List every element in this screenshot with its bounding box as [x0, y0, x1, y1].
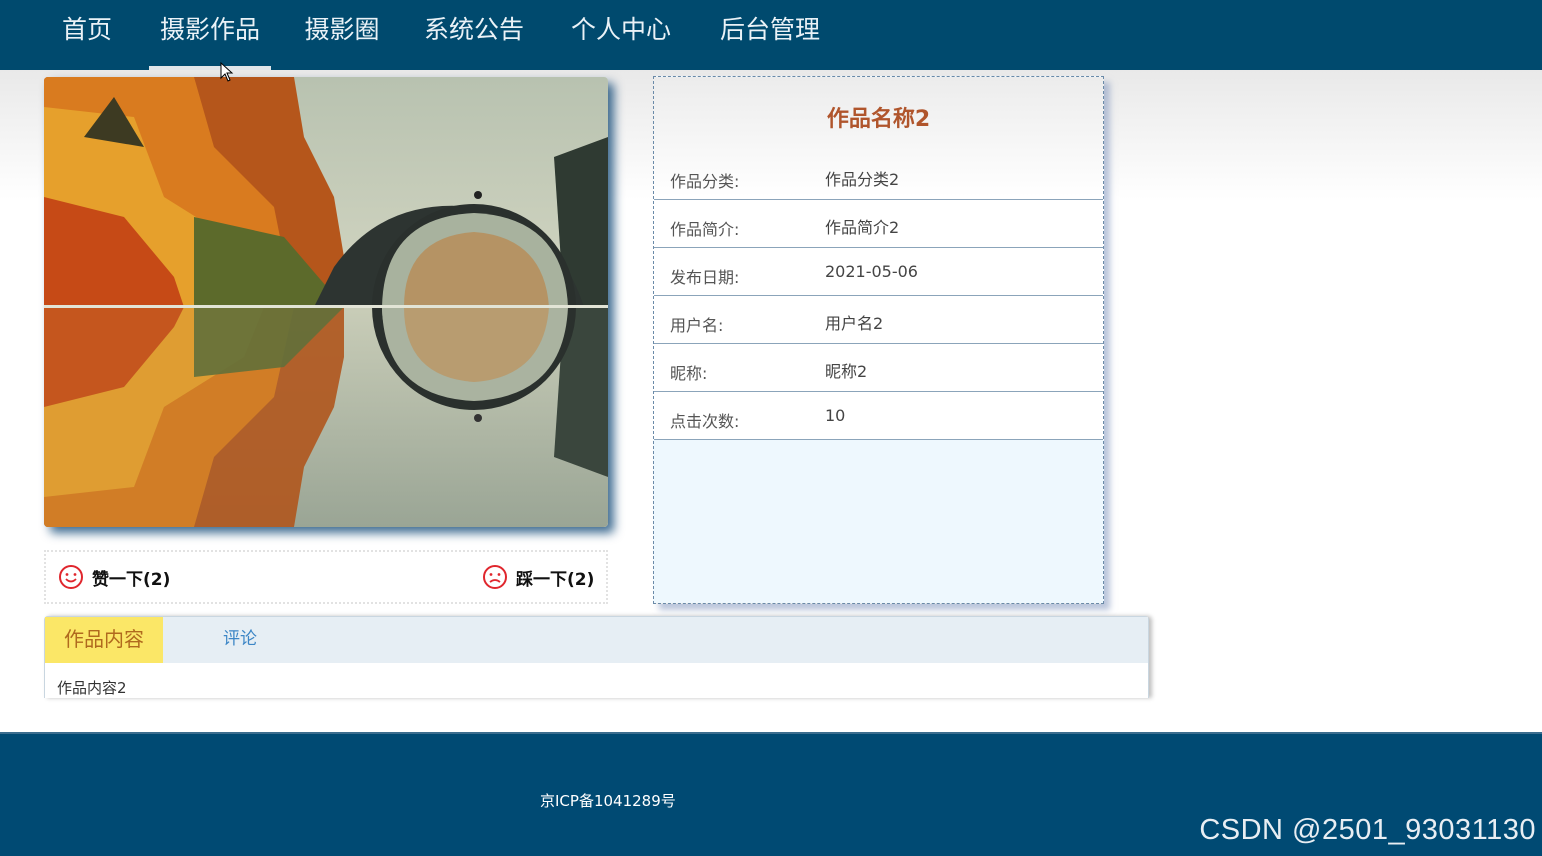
info-value: 2021-05-06: [825, 262, 918, 281]
work-photo[interactable]: [44, 77, 608, 527]
info-row-username: 用户名: 用户名2: [654, 296, 1103, 344]
dislike-label: 踩一下(2): [516, 569, 595, 590]
info-label: 作品简介:: [670, 220, 740, 239]
sad-face-icon: [483, 565, 507, 589]
nav-item-home[interactable]: 首页: [52, 0, 122, 70]
watermark-text: CSDN @2501_93031130: [1199, 814, 1536, 846]
info-row-nickname: 昵称: 昵称2: [654, 344, 1103, 392]
vote-bar: 赞一下(2) 踩一下(2): [44, 550, 608, 604]
top-nav: 首页 摄影作品 摄影圈 系统公告 个人中心 后台管理: [0, 0, 1542, 70]
nav-item-works[interactable]: 摄影作品: [149, 0, 271, 70]
info-row-date: 发布日期: 2021-05-06: [654, 248, 1103, 296]
dislike-button[interactable]: 踩一下(2): [482, 552, 594, 602]
footer: 京ICP备1041289号 CSDN @2501_93031130: [0, 732, 1542, 856]
content-tabs: 作品内容 评论 作品内容2: [44, 616, 1149, 698]
info-row-summary: 作品简介: 作品简介2: [654, 200, 1103, 248]
info-row-category: 作品分类: 作品分类2: [654, 152, 1103, 200]
tab-comments[interactable]: 评论: [205, 617, 275, 663]
info-value: 用户名2: [825, 314, 884, 333]
info-label: 昵称:: [670, 364, 708, 383]
nav-item-admin[interactable]: 后台管理: [709, 0, 831, 70]
like-button[interactable]: 赞一下(2): [58, 552, 170, 602]
info-label: 点击次数:: [670, 412, 740, 431]
info-value: 昵称2: [825, 362, 868, 381]
nav-item-notices[interactable]: 系统公告: [414, 0, 534, 70]
info-value: 作品简介2: [825, 218, 900, 237]
info-label: 作品分类:: [670, 172, 740, 191]
work-info-panel: 作品名称2 作品分类: 作品分类2 作品简介: 作品简介2 发布日期: 2021…: [653, 76, 1104, 604]
tabs-header: 作品内容 评论: [45, 617, 1148, 663]
info-label: 发布日期:: [670, 268, 740, 287]
smile-icon: [59, 565, 83, 589]
work-content-text: 作品内容2: [57, 679, 127, 697]
mouse-cursor-icon: [220, 62, 234, 82]
like-label: 赞一下(2): [92, 569, 171, 590]
info-row-clicks: 点击次数: 10: [654, 392, 1103, 440]
nav-item-circle[interactable]: 摄影圈: [294, 0, 390, 70]
info-value: 10: [825, 406, 846, 425]
bridge-reflection-image: [44, 77, 608, 527]
nav-item-profile[interactable]: 个人中心: [561, 0, 681, 70]
info-label: 用户名:: [670, 316, 724, 335]
icp-license: 京ICP备1041289号: [540, 792, 676, 810]
tab-content[interactable]: 作品内容: [45, 617, 163, 663]
info-value: 作品分类2: [825, 170, 900, 189]
work-title: 作品名称2: [826, 107, 931, 132]
